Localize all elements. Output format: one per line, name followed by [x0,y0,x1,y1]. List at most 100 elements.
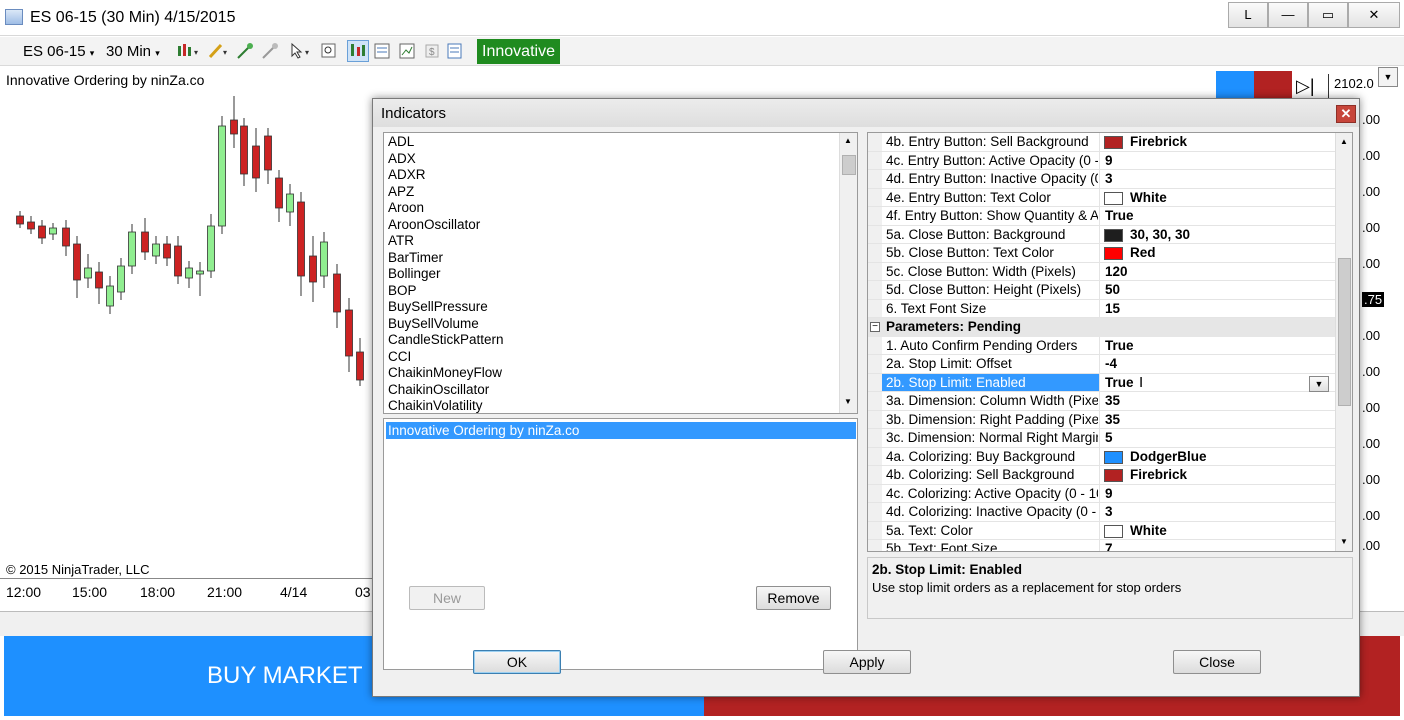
property-row[interactable]: 3a. Dimension: Column Width (Pixels) 35 [868,392,1336,411]
property-row[interactable]: 2b. Stop Limit: Enabled True [868,373,1336,392]
property-row[interactable]: 1. Auto Confirm Pending Orders True [868,336,1336,355]
scrollbar-thumb[interactable] [842,155,856,175]
property-row[interactable]: 4f. Entry Button: Show Quantity & Action… [868,207,1336,226]
property-category[interactable]: − Parameters: Pending [868,318,1336,337]
close-button[interactable]: Close [1173,650,1261,674]
strategy-icon[interactable] [261,42,279,60]
minimize-button[interactable]: — [1268,2,1308,28]
property-value[interactable]: 15 [1105,301,1120,316]
scroll-up-icon[interactable]: ▲ [844,136,852,145]
close-window-button[interactable]: ✕ [1348,2,1400,28]
properties-icon[interactable] [446,42,464,60]
add-indicator-icon[interactable] [236,42,254,60]
play-end-icon[interactable]: ▷| [1296,76,1315,97]
property-value[interactable]: 3 [1105,504,1113,519]
property-value[interactable]: True [1105,208,1134,223]
applied-indicator-item[interactable]: Innovative Ordering by ninZa.co [386,422,856,439]
scroll-up-icon[interactable]: ▲ [1340,137,1348,146]
new-button[interactable]: New [409,586,485,610]
indicator-list-item[interactable]: ADXR [388,167,426,182]
interval-dropdown[interactable]: 30 Min ▾ [106,43,160,60]
indicator-list-item[interactable]: ChaikinVolatility [388,398,483,413]
indicator-list-item[interactable]: Aroon [388,200,424,215]
property-row[interactable]: 5c. Close Button: Width (Pixels) 120 [868,262,1336,281]
draw-pencil-icon[interactable]: ▾ [207,42,227,60]
indicator-list-scrollbar[interactable]: ▲ ▼ [839,133,857,413]
data-box-icon[interactable] [373,42,391,60]
property-value[interactable]: 5 [1105,430,1113,445]
property-value[interactable]: True [1105,338,1134,353]
scroll-down-icon[interactable]: ▼ [844,397,852,406]
money-icon[interactable]: $ [423,42,441,60]
innovative-button[interactable]: Innovative [477,39,560,64]
indicator-list-item[interactable]: CCI [388,349,411,364]
property-value[interactable]: DodgerBlue [1130,449,1207,464]
property-value[interactable]: 35 [1105,412,1120,427]
scroll-down-icon[interactable]: ▼ [1340,537,1348,546]
property-value[interactable]: White [1130,523,1167,538]
property-row[interactable]: 5a. Close Button: Background 30, 30, 30 [868,225,1336,244]
applied-indicator-list[interactable]: Innovative Ordering by ninZa.co [383,418,858,670]
property-value[interactable]: 30, 30, 30 [1130,227,1190,242]
property-row[interactable]: 4d. Entry Button: Inactive Opacity (0 - … [868,170,1336,189]
value-dropdown-button[interactable]: ▼ [1309,376,1329,392]
maximize-button[interactable]: ▭ [1308,2,1348,28]
property-value[interactable]: 9 [1105,486,1113,501]
indicator-list-item[interactable]: ADX [388,151,416,166]
property-row[interactable]: 4e. Entry Button: Text Color White [868,188,1336,207]
indicator-list-item[interactable]: BarTimer [388,250,443,265]
property-value[interactable]: 50 [1105,282,1120,297]
indicator-list[interactable]: ADL ADX ADXR APZ Aroon AroonOscillator ATR BarT… [383,132,858,414]
property-row[interactable]: 4c. Colorizing: Active Opacity (0 - 10) 9 [868,484,1336,503]
dialog-close-button[interactable]: ✕ [1336,105,1356,123]
property-row[interactable]: 3c. Dimension: Normal Right Margin 5 [868,429,1336,448]
property-row[interactable]: 5d. Close Button: Height (Pixels) 50 [868,281,1336,300]
property-row[interactable]: 3b. Dimension: Right Padding (Pixels) 35 [868,410,1336,429]
property-value[interactable]: Firebrick [1130,134,1187,149]
scrollbar-thumb[interactable] [1338,258,1351,406]
indicator-list-item[interactable]: ADL [388,134,414,149]
property-row[interactable]: 4b. Entry Button: Sell Background Firebri… [868,133,1336,152]
indicator-list-item[interactable]: Bollinger [388,266,441,281]
ok-button[interactable]: OK [473,650,561,674]
zoom-icon[interactable] [320,42,338,60]
property-value[interactable]: Red [1130,245,1156,260]
property-value[interactable]: Firebrick [1130,467,1187,482]
chevron-down-icon[interactable]: ▼ [1378,67,1398,87]
chart-style-icon[interactable]: ▾ [176,42,198,60]
collapse-icon[interactable]: − [870,322,880,332]
property-row[interactable]: 5b. Close Button: Text Color Red [868,244,1336,263]
indicator-list-item[interactable]: APZ [388,184,414,199]
property-value[interactable]: 120 [1105,264,1128,279]
indicator-list-item[interactable]: AroonOscillator [388,217,480,232]
indicator-list-item[interactable]: BuySellPressure [388,299,488,314]
property-value[interactable]: 3 [1105,171,1113,186]
property-row[interactable]: 4b. Colorizing: Sell Background Firebrick [868,466,1336,485]
indicator-list-item[interactable]: ChaikinMoneyFlow [388,365,502,380]
property-row[interactable]: 5b. Text: Font Size 7 [868,540,1336,551]
property-value[interactable]: 9 [1105,153,1113,168]
property-row[interactable]: 4d. Colorizing: Inactive Opacity (0 - 10… [868,503,1336,522]
property-row[interactable]: 6. Text Font Size 15 [868,299,1336,318]
link-button[interactable]: L [1228,2,1268,28]
property-row[interactable]: 4a. Colorizing: Buy Background DodgerBlue [868,447,1336,466]
indicator-list-item[interactable]: ATR [388,233,414,248]
indicator-list-item[interactable]: CandleStickPattern [388,332,504,347]
chart-image-icon[interactable] [398,42,416,60]
property-row[interactable]: 4c. Entry Button: Active Opacity (0 - 10… [868,151,1336,170]
apply-button[interactable]: Apply [823,650,911,674]
property-value[interactable]: White [1130,190,1167,205]
remove-button[interactable]: Remove [756,586,831,610]
order-panel-toggle[interactable] [347,40,369,62]
property-grid-scrollbar[interactable]: ▲ ▼ [1335,133,1352,551]
cursor-icon[interactable]: ▾ [289,42,309,60]
property-row[interactable]: 2a. Stop Limit: Offset -4 [868,355,1336,374]
property-value[interactable]: 35 [1105,393,1120,408]
indicator-list-item[interactable]: ChaikinOscillator [388,382,489,397]
indicator-list-item[interactable]: BuySellVolume [388,316,479,331]
property-row[interactable]: 5a. Text: Color White [868,521,1336,540]
instrument-dropdown[interactable]: ES 06-15 ▾ [23,43,94,60]
indicator-list-item[interactable]: BOP [388,283,417,298]
property-value[interactable]: 7 [1105,541,1113,551]
property-grid[interactable]: 4b. Entry Button: Sell Background Firebri… [867,132,1353,552]
